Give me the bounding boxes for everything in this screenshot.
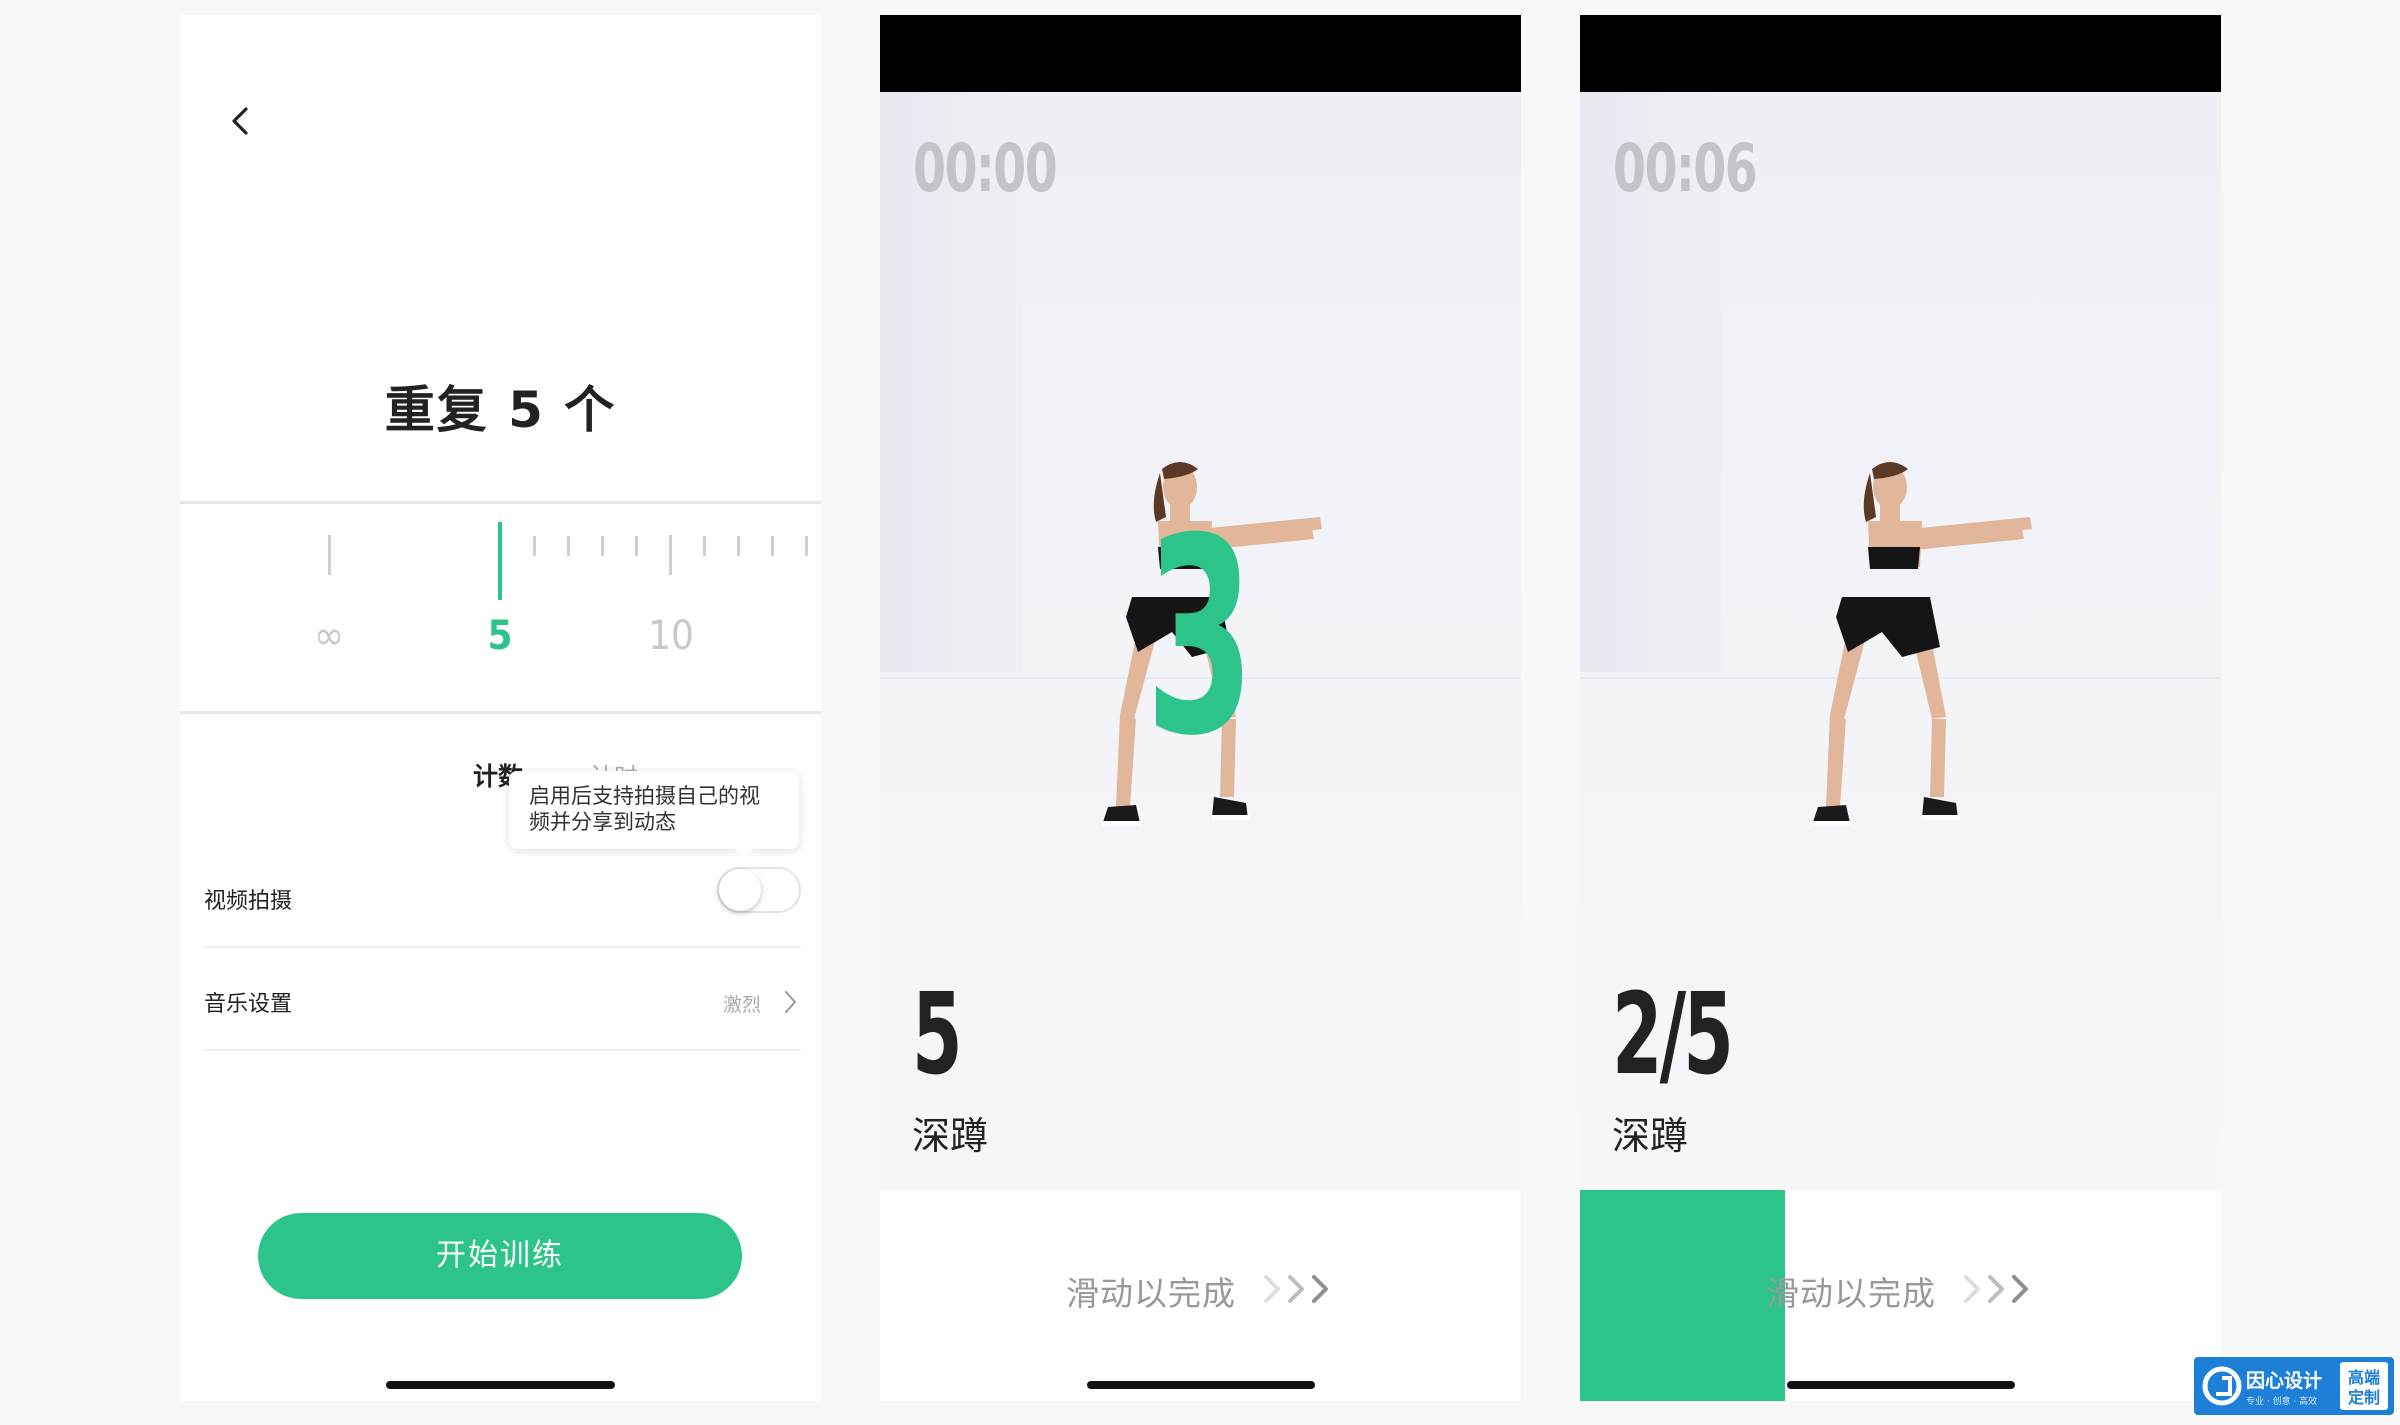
row-divider bbox=[204, 946, 801, 948]
top-black-bar bbox=[1580, 15, 2221, 92]
row-divider bbox=[204, 1049, 801, 1051]
countdown-number: 3 bbox=[1146, 509, 1255, 739]
swipe-label: 滑动以完成 bbox=[1766, 1274, 1936, 1313]
start-training-button[interactable]: 开始训练 bbox=[258, 1213, 742, 1299]
elapsed-timer: 00:06 bbox=[1613, 130, 1758, 207]
music-settings-label: 音乐设置 bbox=[204, 992, 293, 1017]
swipe-to-complete-bar[interactable]: 滑动以完成 bbox=[880, 1190, 1521, 1401]
swipe-progress-fill bbox=[1580, 1190, 1786, 1401]
top-black-bar bbox=[880, 15, 1521, 92]
elapsed-timer: 00:00 bbox=[913, 130, 1058, 207]
video-capture-row: 视频拍摄 bbox=[204, 848, 801, 948]
exercise-name: 深蹲 bbox=[1612, 1114, 1689, 1158]
watermark-badge-top: 高端 bbox=[2348, 1368, 2380, 1387]
ruler-tick bbox=[737, 536, 740, 556]
watermark-sub-text: 专业 · 创意 · 高效 bbox=[2246, 1395, 2317, 1407]
ruler-tick bbox=[635, 536, 638, 556]
chevron-right-icon bbox=[785, 991, 796, 1013]
swipe-label: 滑动以完成 bbox=[1066, 1274, 1236, 1313]
home-indicator bbox=[386, 1381, 615, 1389]
ruler-tick bbox=[567, 536, 570, 556]
video-capture-label: 视频拍摄 bbox=[204, 889, 293, 914]
chevron-left-icon bbox=[232, 107, 248, 135]
ruler-tick bbox=[601, 536, 604, 556]
rep-count-ruler[interactable]: ∞ 5 10 bbox=[180, 503, 821, 723]
workout-progress-screen: 00:06 2/5 深蹲 滑动以完成 bbox=[1580, 15, 2221, 1401]
ruler-bottom-divider bbox=[180, 711, 821, 714]
tooltip-line-2: 频并分享到动态 bbox=[529, 810, 676, 834]
exercise-video: 00:00 3 5 深蹲 bbox=[880, 92, 1521, 1190]
rep-count: 5 bbox=[912, 970, 962, 1100]
watermark-logo: 因心设计 专业 · 创意 · 高效 高端 定制 bbox=[2194, 1357, 2394, 1415]
watermark-badge-bottom: 定制 bbox=[2347, 1388, 2380, 1407]
exercise-video: 00:06 2/5 深蹲 bbox=[1580, 92, 2221, 1190]
home-indicator bbox=[1787, 1381, 2015, 1389]
rep-progress: 2/5 bbox=[1612, 970, 1734, 1100]
exercise-name: 深蹲 bbox=[912, 1114, 989, 1158]
home-indicator bbox=[1087, 1381, 1315, 1389]
watermark-main-text: 因心设计 bbox=[2246, 1370, 2322, 1392]
swipe-to-complete-bar[interactable]: 滑动以完成 bbox=[1580, 1190, 2221, 1401]
toggle-knob bbox=[719, 869, 761, 911]
ruler-label-infinity[interactable]: ∞ bbox=[289, 613, 369, 659]
ruler-tick bbox=[669, 535, 672, 575]
tooltip-line-1: 启用后支持拍摄自己的视 bbox=[529, 784, 760, 808]
watermark-logo-mark: 因心设计 专业 · 创意 · 高效 高端 定制 bbox=[2202, 1362, 2388, 1410]
page-title: 重复 5 个 bbox=[384, 381, 617, 439]
triple-chevron-right-icon bbox=[1964, 1275, 2028, 1303]
ruler-tick bbox=[805, 536, 808, 556]
workout-countdown-screen: 00:00 3 5 深蹲 滑动以完成 bbox=[880, 15, 1521, 1401]
ruler-tick bbox=[533, 536, 536, 556]
video-capture-toggle[interactable] bbox=[717, 867, 801, 913]
ruler-tick bbox=[328, 535, 331, 575]
triple-chevron-right-icon bbox=[1264, 1275, 1328, 1303]
music-settings-value: 激烈 bbox=[722, 994, 761, 1016]
ruler-tick bbox=[771, 536, 774, 556]
video-capture-tooltip: 启用后支持拍摄自己的视 频并分享到动态 bbox=[509, 771, 799, 859]
ruler-label-ten[interactable]: 10 bbox=[631, 613, 711, 659]
workout-setup-screen: 重复 5 个 ∞ 5 10 计数 计时 启用后支持拍摄自己的视 频并分享到动态 … bbox=[180, 15, 821, 1401]
trainer-squat-figure bbox=[1812, 462, 2032, 826]
ruler-tick bbox=[703, 536, 706, 556]
music-settings-row[interactable]: 音乐设置 激烈 bbox=[204, 951, 801, 1051]
back-button[interactable] bbox=[220, 95, 260, 147]
countdown-number-text: 3 bbox=[1146, 509, 1255, 739]
ruler-label-selected[interactable]: 5 bbox=[460, 613, 540, 659]
ruler-selected-tick bbox=[498, 522, 502, 600]
